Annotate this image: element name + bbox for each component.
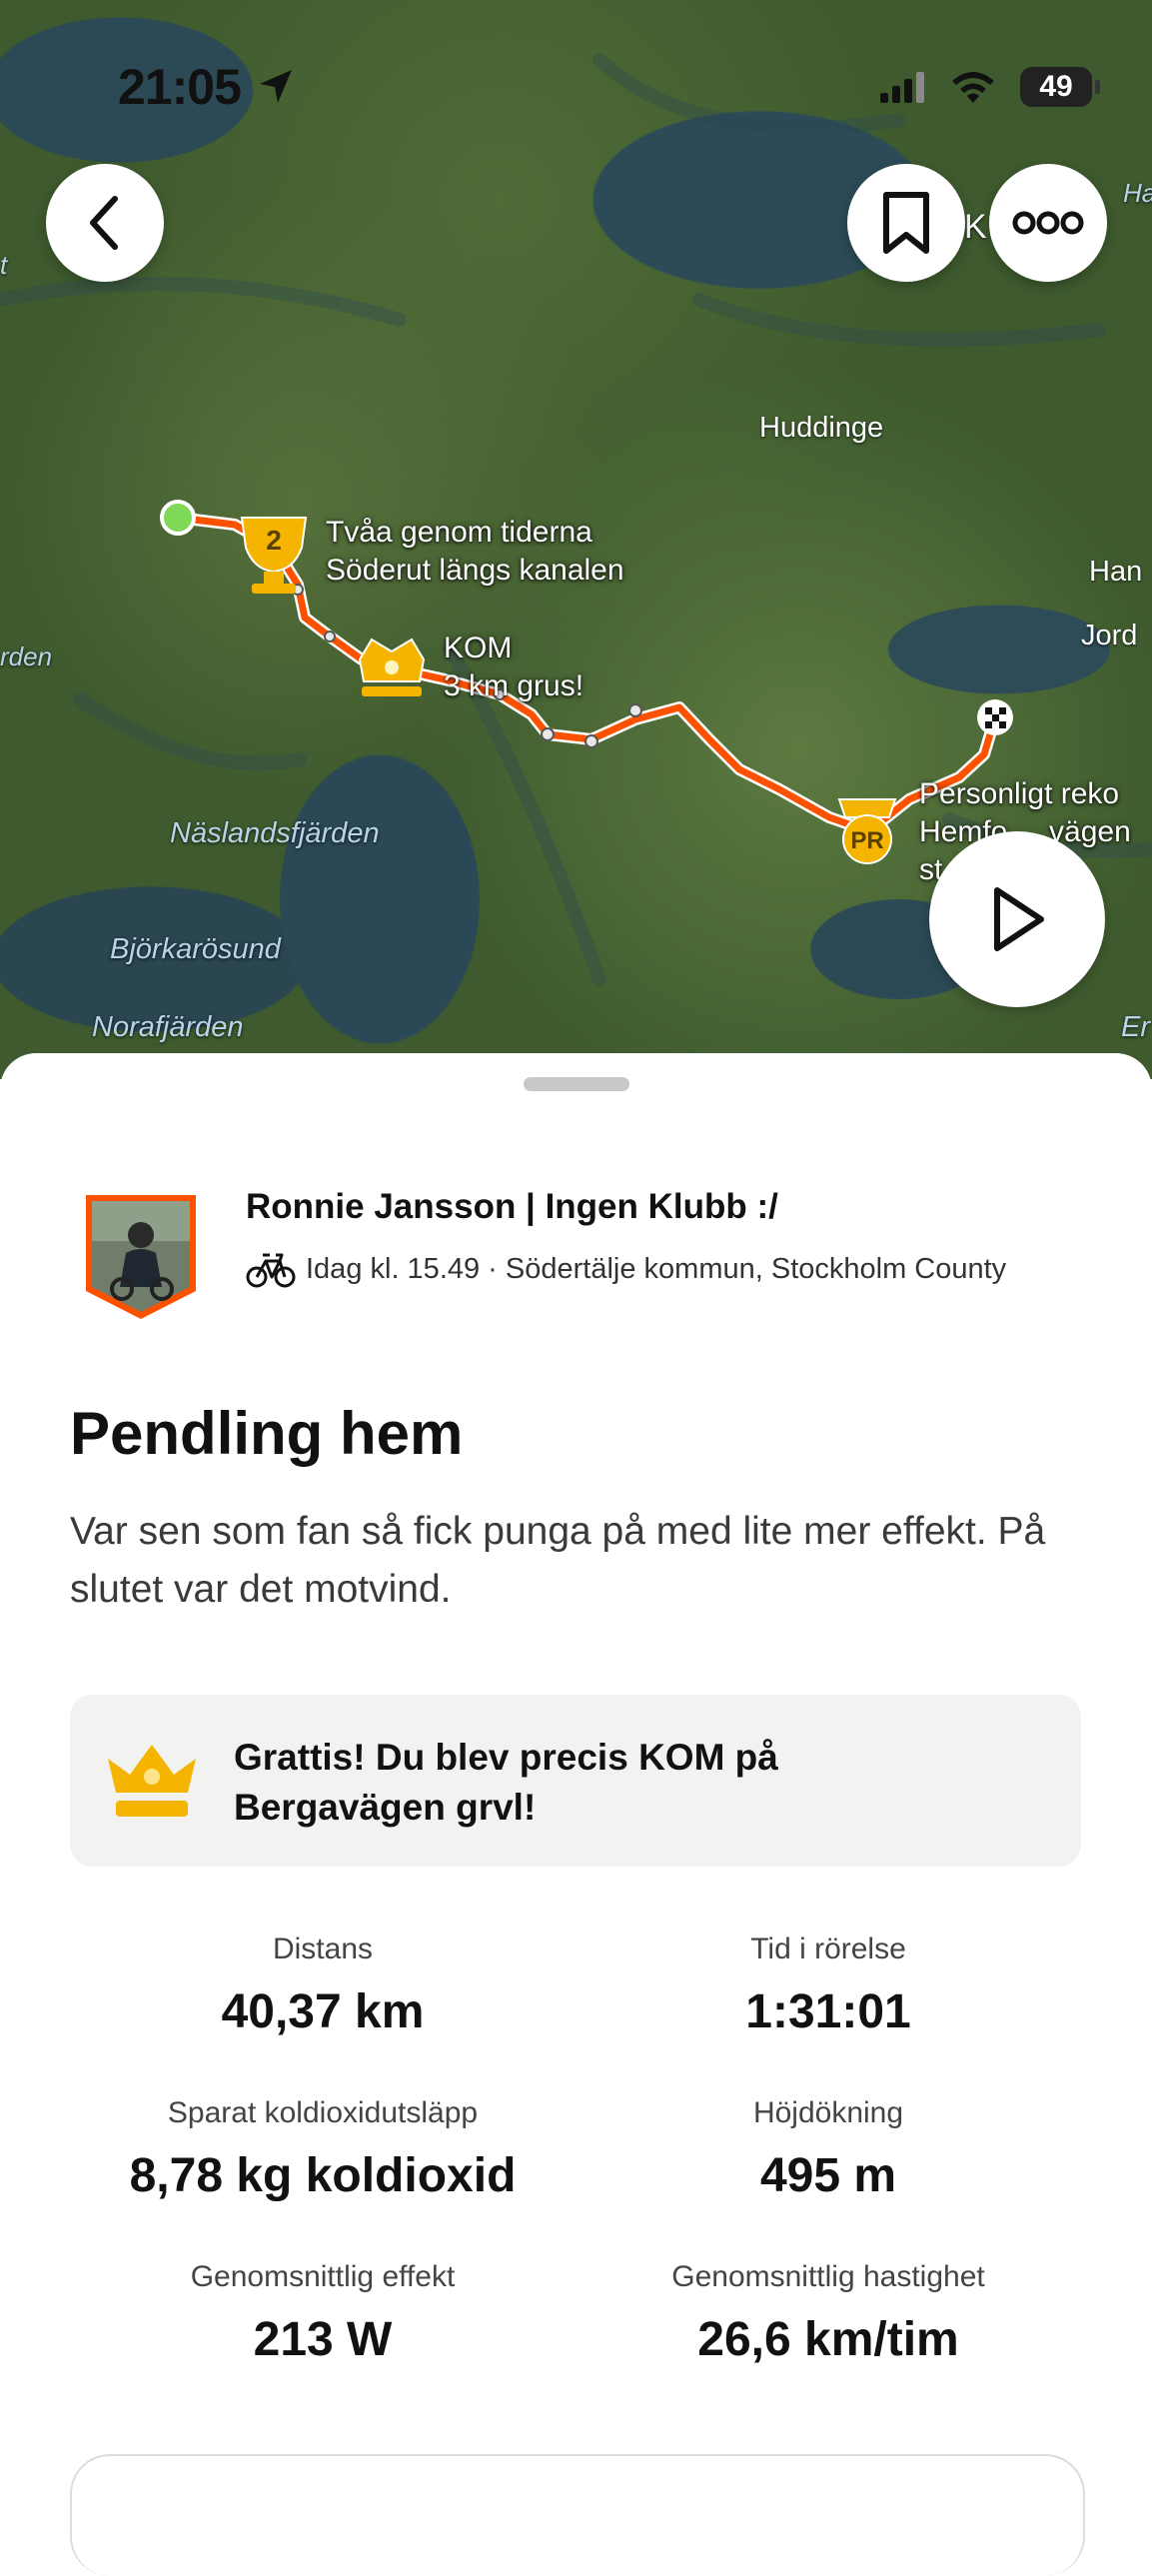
stat-avg-speed: Genomsnittlig hastighet 26,6 km/tim: [576, 2260, 1081, 2367]
stat-co2-saved: Sparat koldioxidutsläpp 8,78 kg koldioxi…: [70, 2096, 576, 2203]
sheet-drag-handle[interactable]: [524, 1077, 629, 1091]
signal-icon: [880, 72, 924, 103]
crown-icon: [358, 638, 426, 696]
stat-label: Genomsnittlig effekt: [190, 2260, 456, 2293]
kom-line1: KOM: [444, 632, 513, 664]
bicycle-icon: [246, 1253, 296, 1288]
map-label-edge-han: Han: [1089, 556, 1143, 588]
map-label-bjorkarosund: Björkarösund: [110, 933, 281, 965]
stat-value: 26,6 km/tim: [697, 2313, 959, 2366]
activity-sheet: Ronnie Jansson | Ingen Klubb :/ Idag kl.…: [0, 1053, 1152, 2576]
activity-title: Pendling hem: [70, 1400, 464, 1467]
stat-moving-time: Tid i rörelse 1:31:01: [576, 1932, 1081, 2039]
activity-meta: Idag kl. 15.49 · Södertälje kommun, Stoc…: [246, 1249, 1006, 1289]
bottom-card[interactable]: [70, 2454, 1085, 2576]
status-time: 21:05: [118, 59, 242, 115]
kom-banner[interactable]: Grattis! Du blev precis KOM på Bergaväge…: [70, 1695, 1081, 1867]
stat-label: Tid i rörelse: [750, 1932, 906, 1965]
crown-icon: [108, 1745, 196, 1817]
stat-label: Genomsnittlig hastighet: [671, 2260, 985, 2293]
svg-text:2: 2: [266, 525, 282, 556]
activity-description: Var sen som fan så fick punga på med lit…: [70, 1510, 1046, 1611]
stat-value: 1:31:01: [745, 1985, 911, 2038]
pr-medal-icon: PR: [837, 798, 897, 864]
stat-label: Distans: [272, 1932, 374, 1965]
map-label-naslandsfjarden: Näslandsfjärden: [170, 817, 380, 849]
status-icons: 49: [880, 62, 1100, 112]
bookmark-icon: [883, 192, 929, 254]
map-label-edge-en: Er: [1121, 1011, 1150, 1043]
stat-label: Höjdökning: [752, 2096, 904, 2129]
play-flyover-button[interactable]: [929, 831, 1105, 1007]
location-arrow-icon: [260, 70, 292, 103]
map-label-edge-rden: rden: [0, 642, 53, 671]
second-place-line1: Tvåa genom tiderna: [326, 516, 592, 549]
wifi-icon: [952, 72, 994, 103]
more-button[interactable]: [989, 164, 1107, 282]
map-label-huddinge: Huddinge: [759, 412, 884, 444]
map-label-edge-ha: Ha: [1123, 178, 1152, 208]
bookmark-button[interactable]: [847, 164, 965, 282]
start-marker: [160, 500, 196, 536]
pr-line1: Personligt reko: [919, 777, 1120, 810]
battery-indicator: 49: [1020, 67, 1100, 107]
athlete-name[interactable]: Ronnie Jansson | Ingen Klubb :/: [246, 1187, 778, 1227]
stat-label: Sparat koldioxidutsläpp: [167, 2096, 479, 2129]
chevron-left-icon: [90, 196, 118, 250]
map-label-edge-t: t: [0, 250, 8, 280]
athlete-avatar[interactable]: [82, 1191, 200, 1321]
kom-line2: 3 km grus!: [444, 669, 584, 702]
stat-elevation-gain: Höjdökning 495 m: [576, 2096, 1081, 2203]
kom-label[interactable]: KOM 3 km grus!: [444, 630, 583, 705]
stat-avg-power: Genomsnittlig effekt 213 W: [70, 2260, 576, 2367]
map-label-edge-jord: Jord: [1081, 620, 1138, 651]
stat-value: 495 m: [759, 2149, 897, 2202]
svg-text:PR: PR: [850, 827, 883, 854]
more-options-icon: [1012, 211, 1084, 235]
stat-value: 40,37 km: [221, 1985, 425, 2038]
second-place-label[interactable]: Tvåa genom tiderna Söderut längs kanalen: [326, 514, 624, 590]
finish-marker: [977, 699, 1013, 735]
stat-distance: Distans 40,37 km: [70, 1932, 576, 2039]
map-label-edge-k: K: [964, 208, 987, 246]
second-place-line2: Söderut längs kanalen: [326, 554, 624, 587]
stat-value: 213 W: [253, 2313, 393, 2366]
back-button[interactable]: [46, 164, 164, 282]
map-label-norafjarden: Norafjärden: [92, 1011, 244, 1043]
kom-banner-text: Grattis! Du blev precis KOM på Bergaväge…: [234, 1737, 778, 1828]
activity-date-location: Idag kl. 15.49 · Södertälje kommun, Stoc…: [306, 1252, 1007, 1285]
play-icon: [994, 887, 1044, 951]
stat-value: 8,78 kg koldioxid: [129, 2149, 517, 2202]
